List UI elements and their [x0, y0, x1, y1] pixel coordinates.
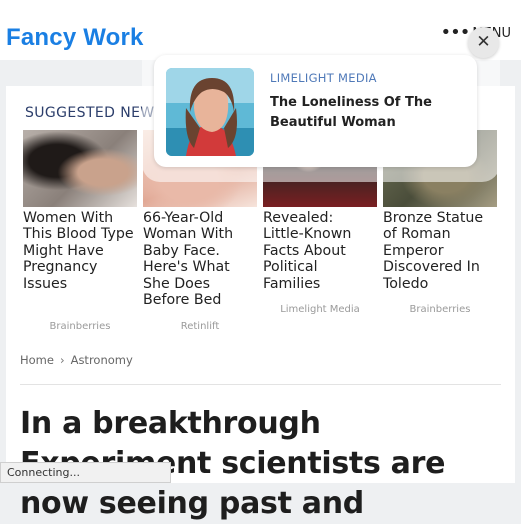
status-bar: Connecting...: [0, 462, 171, 483]
portrait-image: [166, 68, 254, 156]
suggested-heading: SUGGESTED NEW: [25, 105, 155, 121]
divider: [20, 384, 501, 385]
recommendation-card[interactable]: LIMELIGHT MEDIA The Loneliness Of The Be…: [154, 55, 477, 167]
breadcrumb-current[interactable]: Astronomy: [71, 353, 133, 367]
suggested-title[interactable]: Revealed: Little-Known Facts About Polit…: [263, 210, 377, 292]
suggested-title[interactable]: 66-Year-Old Woman With Baby Face. Here's…: [143, 210, 257, 308]
breadcrumb-home[interactable]: Home: [20, 353, 54, 367]
suggested-source: Retinlift: [180, 321, 220, 332]
breadcrumb: Home › Astronomy: [20, 353, 133, 367]
suggested-source: Brainberries: [409, 304, 471, 315]
suggested-source: Limelight Media: [280, 304, 360, 315]
dots-icon: •••: [440, 22, 470, 43]
recommendation-title[interactable]: The Loneliness Of The Beautiful Woman: [270, 93, 470, 133]
recommendation-thumbnail[interactable]: [166, 68, 254, 156]
suggested-item[interactable]: Women With This Blood Type Might Have Pr…: [23, 130, 137, 292]
suggested-title[interactable]: Bronze Statue of Roman Emperor Discovere…: [383, 210, 497, 292]
chevron-right-icon: ›: [59, 353, 65, 367]
recommendation-popup: LIMELIGHT MEDIA The Loneliness Of The Be…: [142, 42, 500, 182]
suggested-thumbnail[interactable]: [23, 130, 137, 207]
site-logo[interactable]: Fancy Work: [6, 24, 144, 52]
close-icon[interactable]: ✕: [468, 27, 499, 58]
recommendation-source: LIMELIGHT MEDIA: [270, 71, 377, 85]
suggested-source: Brainberries: [49, 321, 111, 332]
suggested-title[interactable]: Women With This Blood Type Might Have Pr…: [23, 210, 137, 292]
